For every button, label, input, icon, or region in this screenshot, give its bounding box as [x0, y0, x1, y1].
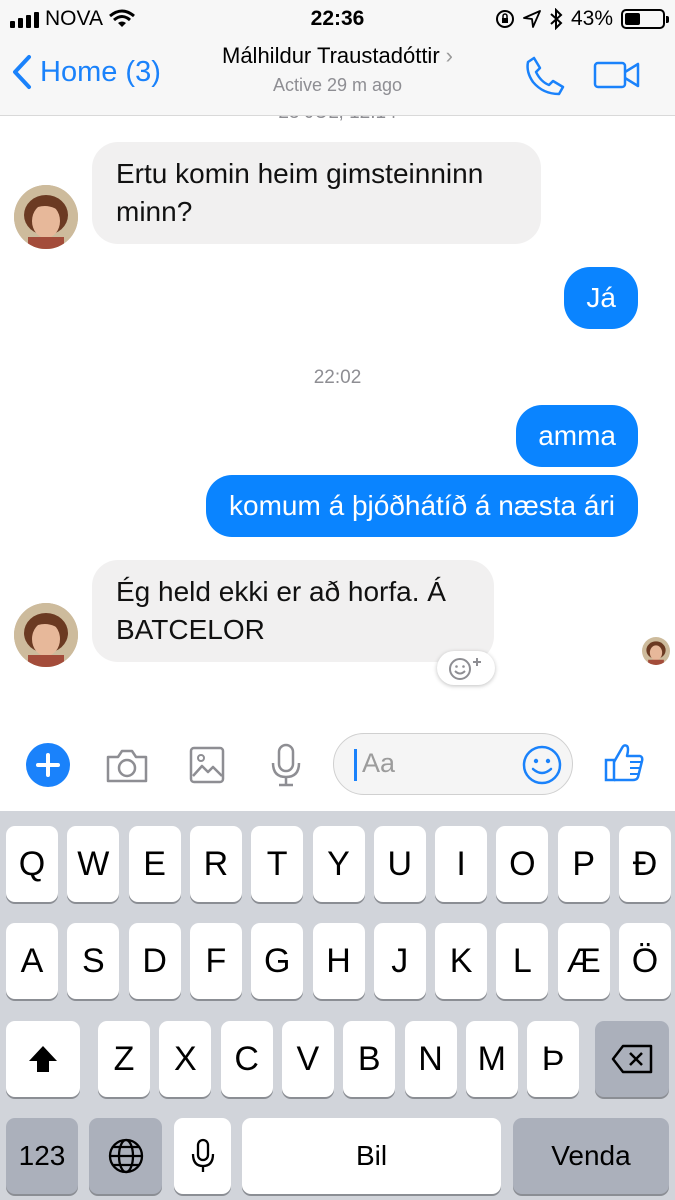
incoming-message[interactable]: Ertu komin heim gimsteinninn minn? — [92, 142, 541, 244]
key-j[interactable]: J — [373, 923, 426, 999]
date-timestamp: 23 JÚL, 12:14 — [0, 116, 675, 124]
keyboard: QWERTYUIOPÐ ASDFGHJKLÆÖ ZXCVBNMÞ 123 Bil — [0, 811, 675, 1200]
chevron-right-icon: › — [445, 43, 453, 68]
key-h[interactable]: H — [312, 923, 365, 999]
key-c[interactable]: C — [220, 1021, 273, 1097]
conversation-header: Home (3) Málhildur Traustadóttir › Active… — [0, 38, 675, 116]
message-list[interactable]: 23 JÚL, 12:14 Ertu komin heim gimsteinni… — [0, 116, 675, 721]
key-e[interactable]: E — [128, 826, 181, 902]
key-l[interactable]: L — [496, 923, 549, 999]
shift-key[interactable] — [6, 1021, 80, 1097]
seen-indicator-avatar — [642, 637, 670, 665]
key-r[interactable]: R — [189, 826, 242, 902]
add-reaction-button[interactable] — [437, 651, 495, 685]
key-d[interactable]: D — [128, 923, 181, 999]
key-y[interactable]: Y — [312, 826, 365, 902]
back-button-label: Home (3) — [40, 55, 161, 88]
backspace-key[interactable] — [595, 1021, 669, 1097]
key-v[interactable]: V — [281, 1021, 334, 1097]
message-input-placeholder: Aa — [362, 748, 396, 778]
key-i[interactable]: I — [435, 826, 488, 902]
globe-key[interactable] — [89, 1118, 162, 1194]
back-button[interactable]: Home (3) — [12, 54, 161, 90]
plus-icon[interactable] — [26, 743, 70, 787]
key-o[interactable]: O — [496, 826, 549, 902]
outgoing-message[interactable]: amma — [516, 405, 638, 467]
key-ö[interactable]: Ö — [619, 923, 671, 999]
outgoing-message[interactable]: komum á þjóðhátíð á næsta ári — [206, 475, 638, 537]
key-a[interactable]: A — [6, 923, 58, 999]
shift-icon — [29, 1046, 57, 1072]
text-cursor — [354, 749, 357, 781]
key-m[interactable]: M — [465, 1021, 518, 1097]
dictation-key[interactable] — [174, 1118, 231, 1194]
thumbs-up-icon[interactable] — [603, 742, 645, 784]
active-status: Active 29 m ago — [272, 75, 403, 95]
photo-icon[interactable] — [189, 746, 225, 784]
key-þ[interactable]: Þ — [527, 1021, 580, 1097]
emoji-plus-icon — [449, 658, 481, 680]
key-g[interactable]: G — [251, 923, 304, 999]
message-composer: Aa — [0, 721, 675, 811]
outgoing-message[interactable]: Já — [564, 267, 638, 329]
phone-icon[interactable] — [523, 54, 567, 98]
space-key[interactable]: Bil — [242, 1118, 501, 1194]
incoming-message[interactable]: Ég held ekki er að horfa. Á BATCELOR — [92, 560, 494, 662]
key-p[interactable]: P — [557, 826, 610, 902]
time-divider: 22:02 — [313, 367, 362, 388]
battery-percent: 43% — [570, 7, 613, 30]
rotation-lock-icon — [495, 10, 514, 28]
contact-avatar[interactable] — [14, 185, 78, 249]
video-camera-icon[interactable] — [593, 60, 641, 90]
bluetooth-icon — [550, 8, 563, 30]
key-x[interactable]: X — [159, 1021, 212, 1097]
key-b[interactable]: B — [343, 1021, 396, 1097]
numbers-key[interactable]: 123 — [6, 1118, 78, 1194]
contact-name: Málhildur Traustadóttir — [222, 43, 440, 68]
key-k[interactable]: K — [435, 923, 488, 999]
emoji-icon[interactable] — [522, 745, 562, 785]
key-z[interactable]: Z — [98, 1021, 150, 1097]
chevron-left-icon — [13, 55, 31, 89]
key-t[interactable]: T — [251, 826, 304, 902]
microphone-icon[interactable] — [270, 743, 302, 787]
battery-icon — [621, 9, 669, 29]
key-æ[interactable]: Æ — [557, 923, 610, 999]
location-icon — [523, 10, 541, 28]
contact-avatar[interactable] — [14, 603, 78, 667]
microphone-icon — [191, 1138, 214, 1172]
key-u[interactable]: U — [373, 826, 426, 902]
key-s[interactable]: S — [67, 923, 120, 999]
backspace-icon — [611, 1044, 653, 1074]
key-f[interactable]: F — [189, 923, 242, 999]
message-input[interactable]: Aa — [333, 733, 573, 795]
key-n[interactable]: N — [404, 1021, 457, 1097]
key-w[interactable]: W — [67, 826, 120, 902]
key-ð[interactable]: Ð — [619, 826, 671, 902]
key-q[interactable]: Q — [6, 826, 58, 902]
camera-icon[interactable] — [105, 748, 149, 784]
return-key[interactable]: Venda — [513, 1118, 669, 1194]
status-bar: NOVA 22:36 43% — [0, 0, 675, 38]
contact-info[interactable]: Málhildur Traustadóttir › Active 29 m ago — [175, 43, 500, 96]
globe-icon — [108, 1138, 143, 1174]
